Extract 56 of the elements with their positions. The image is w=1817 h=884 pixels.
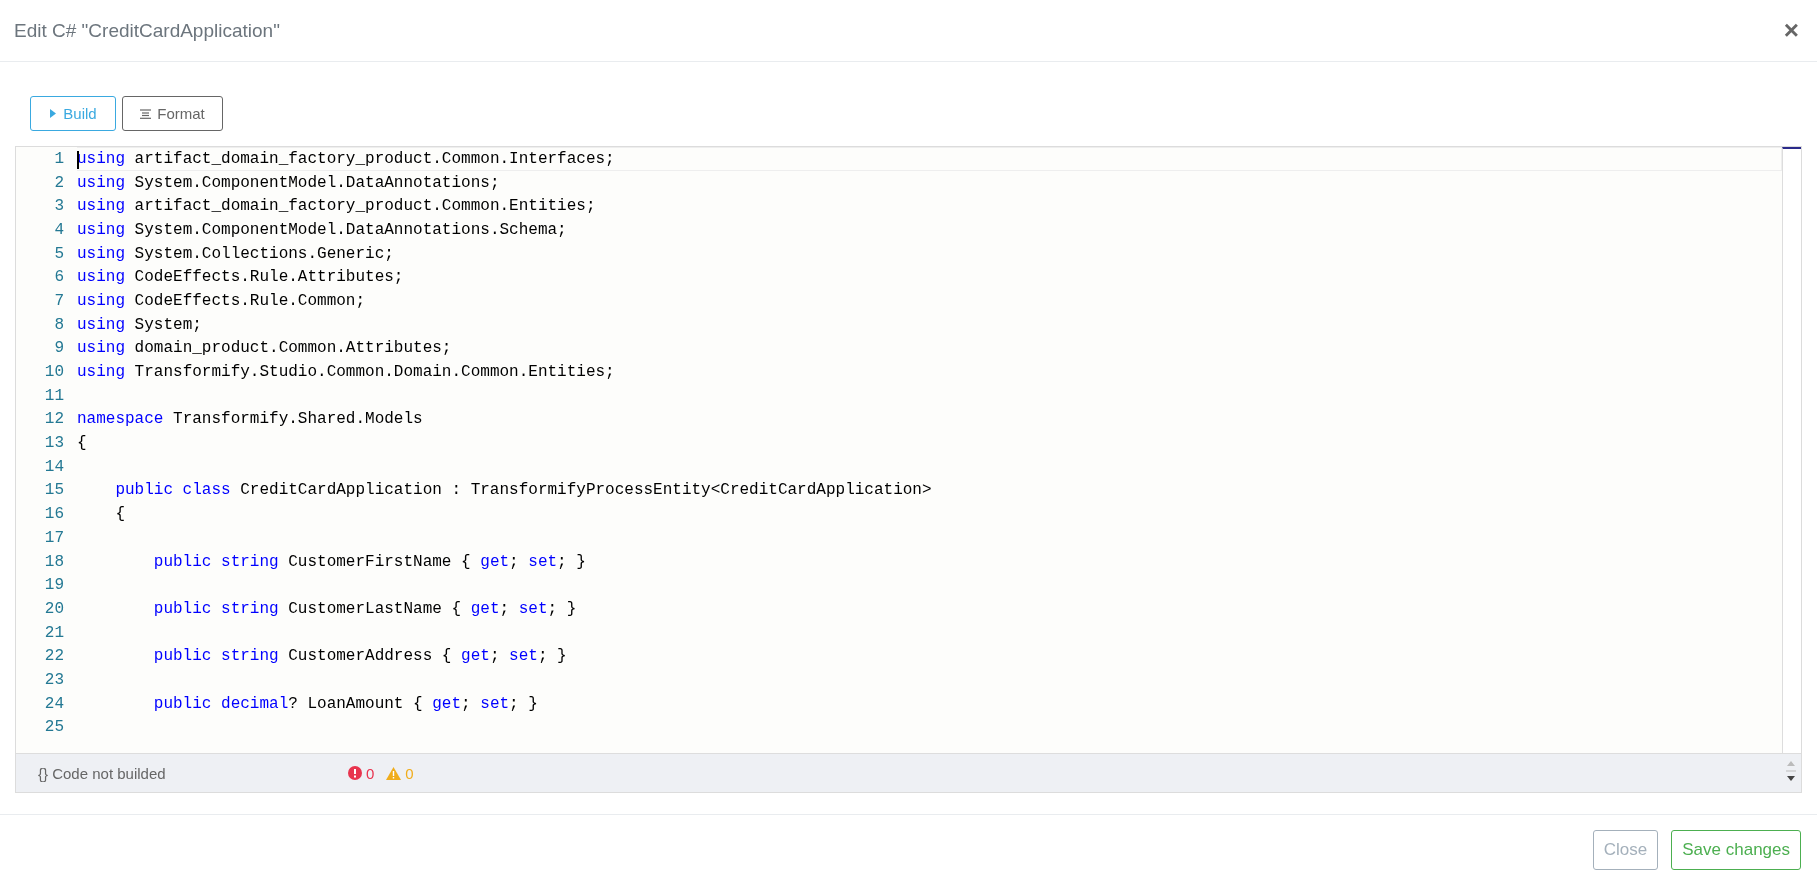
code-line: using System;: [77, 315, 202, 334]
build-status: {} Code not builded: [38, 764, 167, 782]
code-line: using artifact_domain_factory_product.Common.Entities;: [77, 197, 596, 216]
code-line: public decimal? LoanAmount { get; set; }: [152, 694, 538, 713]
line-number: 7: [53, 291, 65, 310]
line-number: 16: [43, 505, 65, 524]
code-line: using System.Collections.Generic;: [77, 244, 394, 263]
line-number: 20: [43, 599, 65, 618]
code-line: using Transformify.Studio.Common.Domain.Common.Entities;: [77, 363, 615, 382]
error-icon: [348, 766, 362, 780]
code-line: using System.ComponentModel.DataAnnotations;: [77, 173, 500, 192]
code-line: public string CustomerFirstName { get; set; }: [152, 552, 586, 571]
code-line: using artifact_domain_factory_product.Common.Interfaces;: [77, 149, 615, 168]
warning-icon: [386, 766, 402, 780]
line-number: 8: [53, 315, 65, 334]
build-button[interactable]: Build: [30, 96, 116, 131]
line-number: 17: [43, 528, 65, 547]
code-line: public string CustomerLastName { get; set; }: [152, 599, 577, 618]
code-line: using domain_product.Common.Attributes;: [77, 339, 452, 358]
play-icon: [49, 109, 58, 118]
code-line: using System.ComponentModel.DataAnnotations.Schema;: [77, 220, 567, 239]
line-number: 22: [43, 647, 65, 666]
line-number: 23: [43, 670, 65, 689]
line-number: 14: [43, 457, 65, 476]
code-line: public string CustomerAddress { get; set; }: [152, 647, 567, 666]
code-line: using CodeEffects.Rule.Attributes;: [77, 268, 404, 287]
dialog-title: Edit C# "CreditCardApplication": [14, 19, 280, 42]
code-line: {: [114, 505, 125, 524]
line-number: 4: [53, 220, 65, 239]
line-number: 10: [43, 363, 65, 382]
warning-count: 0: [405, 764, 414, 782]
line-number: 3: [53, 197, 65, 216]
line-number: 19: [43, 576, 65, 595]
scrollbar-track[interactable]: [1782, 147, 1801, 753]
line-number: 5: [53, 244, 65, 263]
line-number: 1: [53, 149, 65, 168]
line-number: 15: [43, 481, 65, 500]
format-button[interactable]: Format: [122, 96, 223, 131]
code-line: namespace Transformify.Shared.Models: [77, 410, 423, 429]
line-number: 18: [43, 552, 65, 571]
code-line: public class CreditCardApplication : TransformifyProcessEntity<CreditCardApplication>: [114, 481, 932, 500]
line-number: 25: [43, 718, 65, 737]
code-line: using CodeEffects.Rule.Common;: [77, 291, 366, 310]
line-number: 9: [53, 339, 65, 358]
line-number: 2: [53, 173, 65, 192]
line-number: 6: [53, 268, 65, 287]
line-number: 21: [43, 623, 65, 642]
align-center-icon: [140, 108, 152, 119]
close-button[interactable]: Close: [1592, 829, 1659, 870]
line-number: 24: [43, 694, 65, 713]
line-number: 11: [43, 386, 65, 405]
error-count: 0: [366, 764, 375, 782]
line-number: 13: [43, 434, 65, 453]
line-number: 12: [43, 410, 65, 429]
save-button[interactable]: Save changes: [1671, 829, 1801, 870]
code-line: {: [77, 434, 87, 453]
